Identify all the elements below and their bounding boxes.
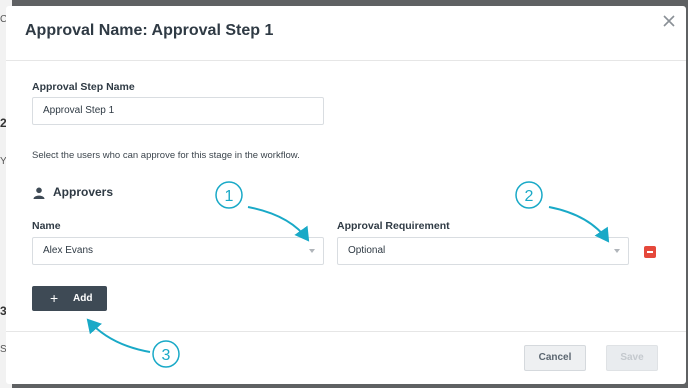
minus-icon bbox=[647, 251, 653, 253]
chevron-down-icon bbox=[614, 249, 620, 253]
dialog-title: Approval Name: Approval Step 1 bbox=[25, 22, 274, 39]
chevron-down-icon bbox=[309, 249, 315, 253]
approval-requirement-select[interactable]: Optional bbox=[337, 237, 629, 265]
approvers-heading: Approvers bbox=[53, 185, 114, 199]
dialog-header: Approval Name: Approval Step 1 bbox=[6, 6, 686, 61]
add-approver-button[interactable]: + Add bbox=[32, 286, 107, 311]
add-button-label: Add bbox=[73, 293, 93, 304]
plus-icon: + bbox=[50, 290, 59, 306]
name-label: Name bbox=[32, 220, 61, 232]
approval-requirement-value: Optional bbox=[348, 245, 386, 256]
save-button[interactable]: Save bbox=[606, 345, 658, 371]
approver-name-select[interactable]: Alex Evans bbox=[32, 237, 324, 265]
remove-approver-button[interactable] bbox=[644, 246, 656, 258]
requirement-label: Approval Requirement bbox=[337, 220, 450, 232]
approval-step-dialog: Approval Name: Approval Step 1 Approval … bbox=[6, 6, 686, 384]
step-name-label: Approval Step Name bbox=[32, 81, 135, 93]
approver-name-value: Alex Evans bbox=[43, 245, 94, 256]
approvers-hint: Select the users who can approve for thi… bbox=[32, 150, 300, 161]
cancel-button[interactable]: Cancel bbox=[524, 345, 586, 371]
close-icon[interactable] bbox=[661, 13, 677, 29]
step-name-input[interactable]: Approval Step 1 bbox=[32, 97, 324, 125]
person-icon bbox=[33, 187, 45, 199]
